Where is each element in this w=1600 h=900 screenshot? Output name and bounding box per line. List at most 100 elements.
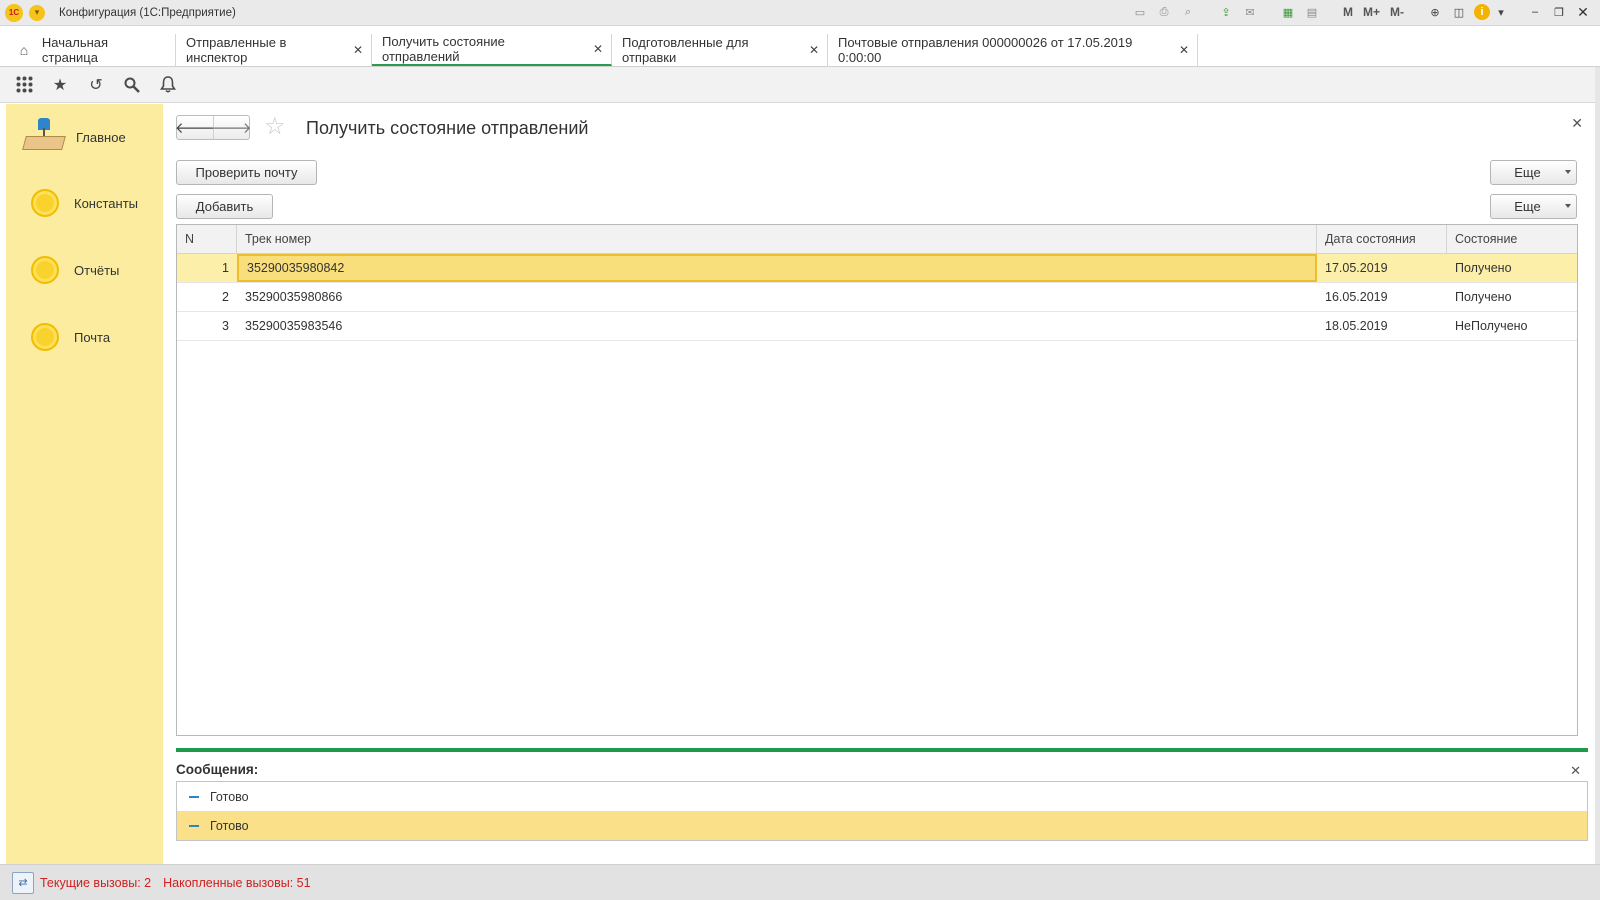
column-header-status[interactable]: Состояние <box>1447 225 1577 254</box>
cell-status-date: 16.05.2019 <box>1325 290 1388 304</box>
notifications-bell-icon[interactable] <box>150 67 186 103</box>
more-menu-button[interactable]: Еще <box>1490 160 1577 185</box>
info-icon[interactable]: i <box>1474 4 1490 20</box>
forward-arrow-icon[interactable]: 🡒 <box>211 116 252 139</box>
cell-status: НеПолучено <box>1455 319 1528 333</box>
search-icon[interactable] <box>114 67 150 103</box>
memory-m-minus-button[interactable]: M- <box>1388 3 1406 21</box>
page-title: Получить состояние отправлений <box>306 118 589 138</box>
print-icon[interactable]: ⎙ <box>1155 3 1173 21</box>
column-header-status-date[interactable]: Дата состояния <box>1317 225 1447 254</box>
cell-track-number[interactable]: 35290035983546 <box>237 312 1317 340</box>
close-messages-icon[interactable]: ✕ <box>1570 763 1581 779</box>
panel-toolbar: ★ ↺ <box>0 67 1600 103</box>
tab-label: Начальная страница <box>41 35 109 65</box>
tab-home[interactable]: ⌂ Начальная страница <box>6 34 176 66</box>
close-tab-icon[interactable]: ✕ <box>1179 43 1189 57</box>
sidebar-item-main[interactable]: Главное <box>6 112 163 162</box>
sidebar-item-label: Отчёты <box>74 262 120 278</box>
chevron-down-icon[interactable]: ▾ <box>1496 3 1506 21</box>
table-header: N Трек номер Дата состояния Состояние <box>177 225 1577 254</box>
table-row[interactable]: 3 35290035983546 18.05.2019 НеПолучено <box>177 312 1577 341</box>
list-item[interactable]: Готово <box>177 811 1587 840</box>
form-area: 🡐 🡒 ☆ Получить состояние отправлений ✕ П… <box>163 104 1595 864</box>
close-form-icon[interactable]: ✕ <box>1571 115 1583 132</box>
sidebar-item-label: Почта <box>74 329 111 345</box>
current-calls-text: Текущие вызовы: 2 <box>40 875 152 890</box>
more-button-label: Еще <box>1514 199 1541 214</box>
server-calls-icon[interactable]: ⇄ <box>12 871 34 894</box>
upload-icon[interactable]: ⇪ <box>1217 3 1235 21</box>
minimize-icon[interactable]: – <box>1526 3 1544 21</box>
tab-postal-shipments-doc[interactable]: Почтовые отправления 000000026 от 17.05.… <box>828 34 1198 66</box>
column-header-n[interactable]: N <box>177 225 237 254</box>
chevron-down-icon <box>1565 204 1571 208</box>
check-mail-button[interactable]: Проверить почту <box>176 160 317 185</box>
sections-sidebar: Главное Константы Отчёты Почта <box>6 104 163 864</box>
close-window-icon[interactable]: ✕ <box>1574 3 1592 21</box>
window-title: Конфигурация (1С:Предприятие) <box>59 6 236 19</box>
history-icon[interactable]: ↺ <box>78 67 114 103</box>
table-more-menu-button[interactable]: Еще <box>1490 194 1577 219</box>
column-header-track-number[interactable]: Трек номер <box>237 225 1317 254</box>
print-preview-icon[interactable]: ⌕ <box>1179 3 1197 21</box>
message-dash-icon <box>189 824 199 827</box>
cell-track-number[interactable]: 35290035980866 <box>237 283 1317 311</box>
main-menu-button[interactable]: ▾ <box>29 4 45 21</box>
cell-track-number[interactable]: 35290035980842 <box>237 254 1317 282</box>
table-row[interactable]: 1 35290035980842 17.05.2019 Получено <box>177 254 1577 283</box>
accumulated-calls-text: Накопленные вызовы: 51 <box>163 875 311 890</box>
cell-n: 1 <box>222 261 229 275</box>
yellow-circle-icon <box>28 320 62 354</box>
memory-m-button[interactable]: M <box>1341 3 1355 21</box>
save-icon[interactable]: ▭ <box>1131 3 1149 21</box>
cell-status: Получено <box>1455 261 1512 275</box>
sidebar-item-mail[interactable]: Почта <box>6 312 163 362</box>
yellow-circle-icon <box>28 253 62 287</box>
yellow-circle-icon <box>28 186 62 220</box>
close-tab-icon[interactable]: ✕ <box>593 42 603 56</box>
sidebar-item-reports[interactable]: Отчёты <box>6 245 163 295</box>
tab-label: Отправленные в инспектор <box>186 35 287 65</box>
cell-n: 3 <box>222 319 229 333</box>
favorites-star-icon[interactable]: ★ <box>42 67 78 103</box>
messages-title: Сообщения: <box>176 762 259 777</box>
restore-icon[interactable]: ❐ <box>1550 3 1568 21</box>
calendar-icon[interactable]: ▤ <box>1303 3 1321 21</box>
close-tab-icon[interactable]: ✕ <box>353 43 363 57</box>
sidebar-item-label: Главное <box>76 129 126 145</box>
message-text: Готово <box>210 789 249 804</box>
list-item[interactable]: Готово <box>177 782 1587 811</box>
all-functions-grid-icon[interactable] <box>6 67 42 103</box>
tab-prepared-for-sending[interactable]: Подготовленные для отправки ✕ <box>612 34 828 66</box>
memory-m-plus-button[interactable]: M+ <box>1361 3 1382 21</box>
cell-status-date: 17.05.2019 <box>1325 261 1388 275</box>
table-row[interactable]: 2 35290035980866 16.05.2019 Получено <box>177 283 1577 312</box>
messages-list: Готово Готово <box>176 781 1588 841</box>
shipments-table[interactable]: N Трек номер Дата состояния Состояние 1 … <box>176 224 1578 736</box>
zoom-icon[interactable]: ⊕ <box>1426 3 1444 21</box>
status-bar: ⇄ Текущие вызовы: 2 Накопленные вызовы: … <box>0 864 1600 900</box>
messages-separator <box>176 748 1588 752</box>
1c-logo-icon: 1С <box>5 3 23 22</box>
more-button-label: Еще <box>1514 165 1541 180</box>
add-button[interactable]: Добавить <box>176 194 273 219</box>
back-arrow-icon[interactable]: 🡐 <box>175 116 215 139</box>
cell-status: Получено <box>1455 290 1512 304</box>
tab-label: Почтовые отправления 000000026 от 17.05.… <box>838 35 1133 65</box>
message-text: Готово <box>210 818 249 833</box>
cell-status-date: 18.05.2019 <box>1325 319 1388 333</box>
sidebar-item-constants[interactable]: Константы <box>6 178 163 228</box>
calculator-icon[interactable]: ▦ <box>1279 3 1297 21</box>
layout-icon[interactable]: ◫ <box>1450 3 1468 21</box>
add-to-favorites-star-icon[interactable]: ☆ <box>264 114 286 140</box>
navigation-buttons: 🡐 🡒 <box>175 115 252 140</box>
mail-icon[interactable]: ✉ <box>1241 3 1259 21</box>
tab-get-shipment-status[interactable]: Получить состояние отправлений ✕ <box>372 34 612 66</box>
cell-n: 2 <box>222 290 229 304</box>
window-title-bar: 1С ▾ Конфигурация (1С:Предприятие) ▭ ⎙ ⌕… <box>0 0 1600 26</box>
tab-sent-to-inspector[interactable]: Отправленные в инспектор ✕ <box>176 34 372 66</box>
window-right-border <box>1595 67 1600 864</box>
sidebar-item-label: Константы <box>74 195 138 211</box>
close-tab-icon[interactable]: ✕ <box>809 43 819 57</box>
